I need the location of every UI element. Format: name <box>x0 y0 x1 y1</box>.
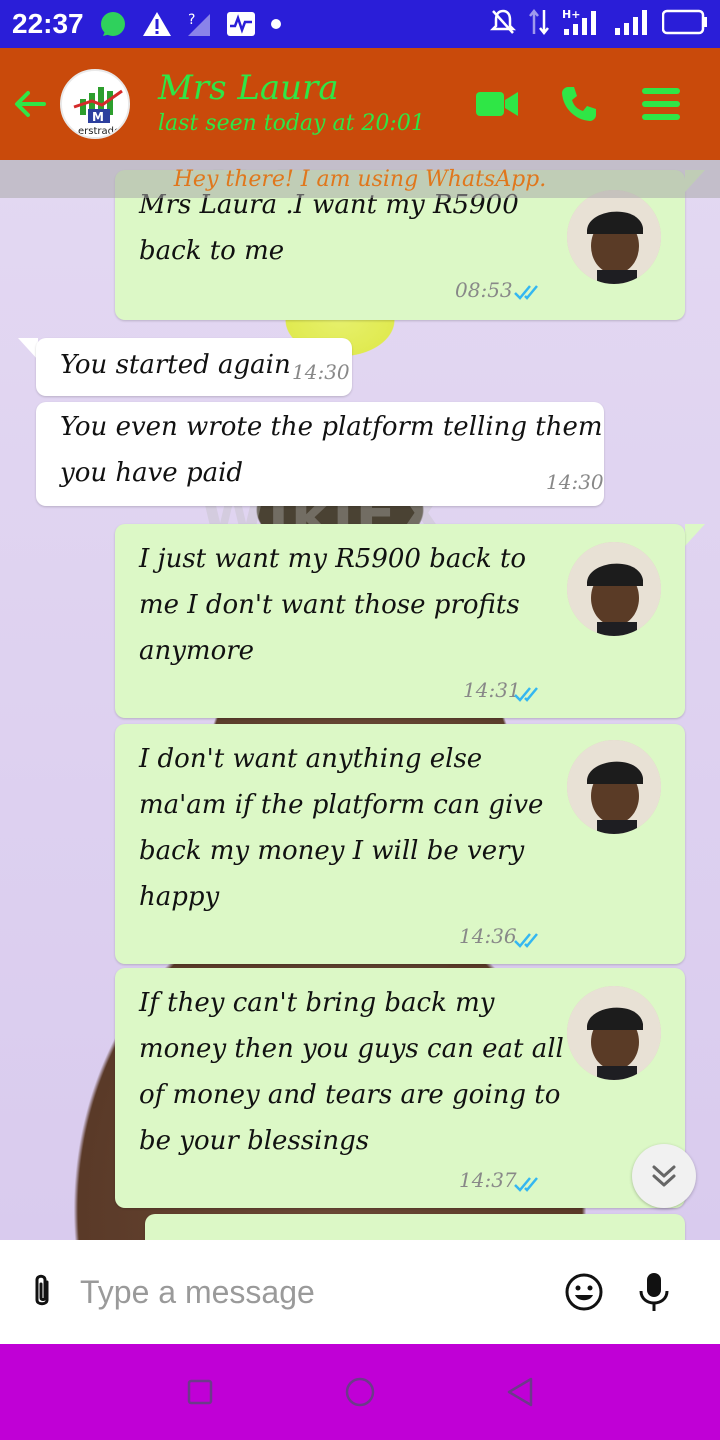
emoji-icon <box>565 1273 603 1311</box>
status-bar: 22:37 ? H+ <box>0 0 720 48</box>
network-label: H+ <box>562 8 580 21</box>
scroll-to-bottom-button[interactable] <box>632 1144 696 1208</box>
back-button[interactable] <box>0 48 60 160</box>
message-input-bar <box>0 1240 720 1344</box>
svg-text:?: ? <box>188 12 195 28</box>
home-circle-icon <box>345 1377 375 1407</box>
signal-h-plus-icon: H+ <box>562 7 602 41</box>
recents-button[interactable] <box>175 1367 225 1417</box>
menu-button[interactable] <box>638 81 684 127</box>
message-input[interactable] <box>80 1262 540 1322</box>
message-time: 14:36 <box>459 924 517 948</box>
arrow-left-icon <box>15 91 46 117</box>
video-call-button[interactable] <box>474 81 520 127</box>
contact-name: Mrs Laura <box>158 68 339 108</box>
status-time: 22:37 <box>12 8 84 39</box>
logo-text: erstrade <box>78 126 120 137</box>
back-triangle-icon <box>507 1377 533 1407</box>
status-message-strip: Hey there! I am using WhatsApp. <box>0 160 720 198</box>
voice-call-button[interactable] <box>556 81 602 127</box>
signal-icon <box>614 8 650 40</box>
whatsapp-icon <box>98 9 128 39</box>
microphone-icon <box>639 1273 669 1311</box>
contact-avatar[interactable]: M erstrade <box>60 69 130 139</box>
no-signal-icon: ? <box>186 10 212 38</box>
sender-avatar <box>567 740 661 834</box>
double-check-icon <box>514 1177 538 1192</box>
dot-icon <box>270 18 282 30</box>
message-bubble-outgoing[interactable]: I don't want anything else ma'am if the … <box>115 724 685 964</box>
back-nav-button[interactable] <box>495 1367 545 1417</box>
message-time: 14:31 <box>463 678 521 702</box>
svg-text:M: M <box>92 110 104 124</box>
bubble-tail <box>685 524 705 546</box>
chevron-double-down-icon <box>652 1165 676 1187</box>
message-bubble-outgoing-partial[interactable] <box>145 1214 685 1240</box>
system-nav-bar <box>0 1344 720 1440</box>
home-button[interactable] <box>335 1367 385 1417</box>
bubble-tail <box>18 338 38 360</box>
message-time: 14:30 <box>546 470 604 494</box>
chat-area[interactable]: WikiFX WikiFX WikiFX WikiFX Mrs Laura .I… <box>0 160 720 1240</box>
message-bubble-incoming[interactable]: You started again 14:30 <box>36 338 352 396</box>
message-bubble-incoming[interactable]: You even wrote the platform telling them… <box>36 402 604 506</box>
chat-header: M erstrade Mrs Laura last seen today at … <box>0 48 720 160</box>
warning-icon <box>142 10 172 38</box>
message-text: I don't want anything else ma'am if the … <box>139 744 544 912</box>
double-check-icon <box>514 285 538 300</box>
message-bubble-outgoing[interactable]: If they can't bring back my money then y… <box>115 968 685 1208</box>
message-time: 08:53 <box>455 278 513 302</box>
sender-avatar <box>567 542 661 636</box>
double-check-icon <box>514 933 538 948</box>
phone-icon <box>562 87 596 121</box>
sender-avatar <box>567 190 661 284</box>
last-seen-status: last seen today at 20:01 <box>158 111 425 136</box>
message-bubble-outgoing[interactable]: I just want my R5900 back to me I don't … <box>115 524 685 718</box>
message-text: If they can't bring back my money then y… <box>139 988 564 1156</box>
contact-info[interactable]: Mrs Laura last seen today at 20:01 <box>158 68 425 140</box>
mute-icon <box>489 8 517 40</box>
paperclip-icon <box>35 1274 49 1306</box>
message-time: 14:37 <box>459 1168 517 1192</box>
data-arrows-icon <box>528 8 550 40</box>
emoji-button[interactable] <box>562 1270 606 1314</box>
activity-icon <box>226 11 256 37</box>
message-text: You even wrote the platform telling them… <box>60 412 603 488</box>
sender-avatar <box>567 986 661 1080</box>
menu-icon <box>642 88 680 120</box>
attach-button[interactable] <box>22 1272 62 1312</box>
video-call-icon <box>476 92 518 116</box>
message-text: I just want my R5900 back to me I don't … <box>139 544 527 666</box>
battery-icon <box>661 9 708 39</box>
microphone-button[interactable] <box>632 1270 676 1314</box>
message-time: 14:30 <box>292 360 350 384</box>
message-text: You started again <box>60 350 291 380</box>
status-message: Hey there! I am using WhatsApp. <box>173 167 547 192</box>
recents-square-icon <box>187 1379 213 1405</box>
double-check-icon <box>514 687 538 702</box>
